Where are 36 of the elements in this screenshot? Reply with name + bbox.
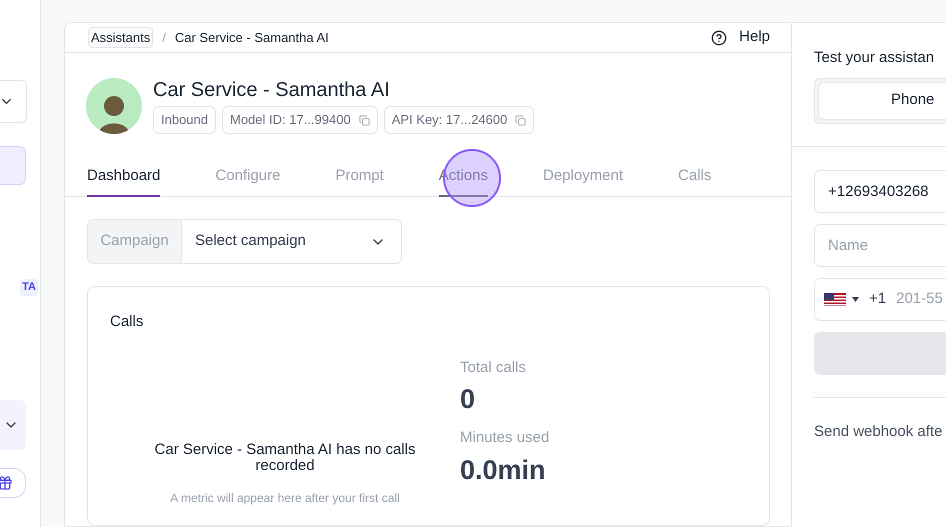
name-input[interactable]: Name <box>814 224 946 266</box>
gift-icon <box>0 474 13 490</box>
assistant-name: Car Service - Samantha AI <box>153 78 391 103</box>
panel-title: Test your assistan <box>814 48 936 68</box>
info-tag[interactable]: Model ID: 17...99400 <box>222 106 378 134</box>
number-placeholder: 201-55 <box>896 288 943 309</box>
card-title: Calls <box>110 312 144 332</box>
tag-text: Model ID: 17...99400 <box>230 111 351 130</box>
help-icon <box>711 30 728 46</box>
flag-icon <box>824 292 846 306</box>
empty-state-text: A metric will appear here after your first call <box>170 490 400 506</box>
tag-text: API Key: 17...24600 <box>392 111 508 130</box>
phone-input[interactable]: +12693403268 <box>814 170 946 212</box>
stat-label: Total calls <box>460 358 527 378</box>
tag-text: Inbound <box>161 111 208 130</box>
breadcrumb-separator: / <box>162 28 166 47</box>
dial-code: +1 <box>869 288 886 309</box>
phone-number-input[interactable]: +1 201-55 <box>814 278 946 320</box>
empty-state-title: Car Service - Samantha AI has no calls recorded <box>154 442 416 474</box>
info-tag[interactable]: API Key: 17...24600 <box>384 106 534 134</box>
stat-value: 0.0min <box>460 454 547 486</box>
copy-icon[interactable] <box>358 114 370 126</box>
stat-label: Minutes used <box>460 428 550 448</box>
caret-icon <box>852 296 859 302</box>
campaign-select[interactable]: Campaign Select campaign <box>87 219 402 264</box>
copy-icon[interactable] <box>515 114 526 126</box>
select-placeholder: Select campaign <box>194 231 307 252</box>
breadcrumb-link[interactable]: Assistants <box>88 26 154 48</box>
tab[interactable]: Dashboard <box>87 163 160 197</box>
beta-badge: TA <box>20 279 38 296</box>
breadcrumb-current: Car Service - Samantha AI <box>174 28 329 47</box>
mode-tab[interactable]: Phone <box>818 82 946 120</box>
webhook-label: Send webhook afte <box>813 422 944 442</box>
stat-value: 0 <box>460 383 476 416</box>
help-button[interactable]: Help <box>711 26 770 49</box>
campaign-label: Campaign <box>88 220 182 263</box>
